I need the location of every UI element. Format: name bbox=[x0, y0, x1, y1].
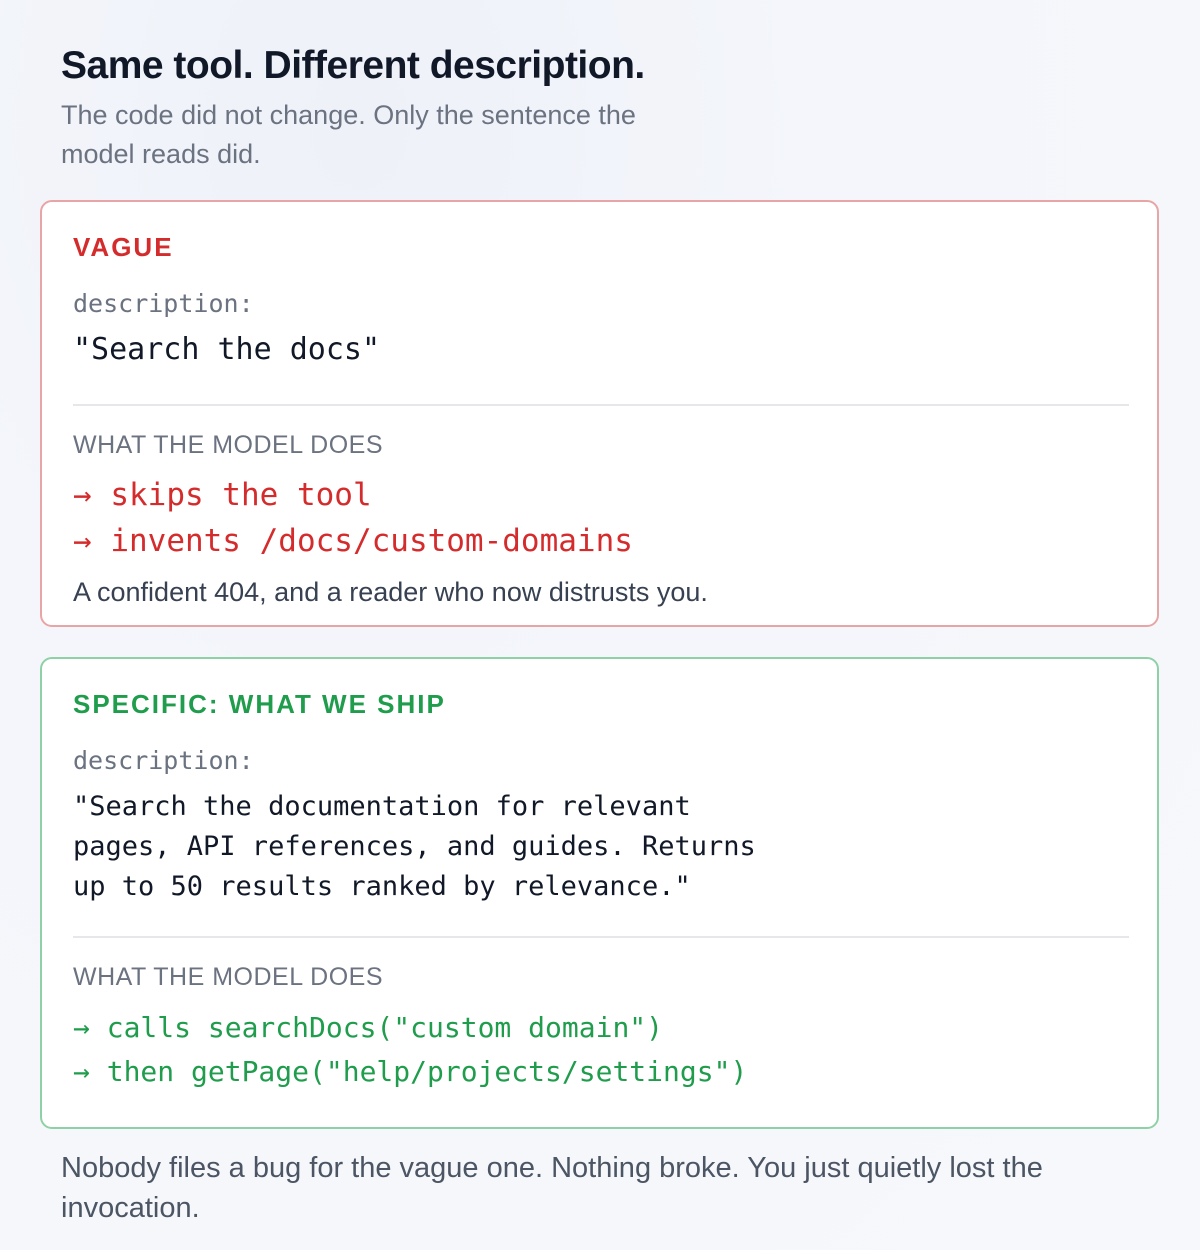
vague-description-key: description: bbox=[73, 289, 254, 318]
specific-description-key: description: bbox=[73, 746, 254, 775]
specific-description-value: "Search the documentation for relevant p… bbox=[73, 791, 756, 902]
specific-action-get-page: → then getPage("help/projects/settings") bbox=[73, 1055, 748, 1088]
vague-action-skip-tool: → skips the tool bbox=[73, 477, 372, 513]
specific-action-search-docs: → calls searchDocs("custom domain") bbox=[73, 1011, 664, 1044]
specific-section-label: WHAT THE MODEL DOES bbox=[73, 963, 384, 991]
specific-card-label: SPECIFIC: WHAT WE SHIP bbox=[73, 689, 446, 719]
page-title: Same tool. Different description. bbox=[61, 44, 645, 87]
vague-card-divider bbox=[73, 404, 1129, 406]
vague-section-label: WHAT THE MODEL DOES bbox=[73, 431, 384, 459]
vague-card: VAGUE description: "Search the docs" WHA… bbox=[40, 200, 1159, 627]
page-subtitle: The code did not change. Only the senten… bbox=[61, 100, 636, 169]
vague-action-invent-path: → invents /docs/custom-domains bbox=[73, 523, 633, 559]
vague-consequence: A confident 404, and a reader who now di… bbox=[73, 577, 708, 607]
specific-card-divider bbox=[73, 936, 1129, 938]
specific-card: SPECIFIC: WHAT WE SHIP description: "Sea… bbox=[40, 657, 1159, 1129]
vague-card-label: VAGUE bbox=[73, 232, 174, 262]
vague-description-value: "Search the docs" bbox=[73, 332, 381, 367]
footer-note: Nobody files a bug for the vague one. No… bbox=[61, 1152, 1043, 1224]
